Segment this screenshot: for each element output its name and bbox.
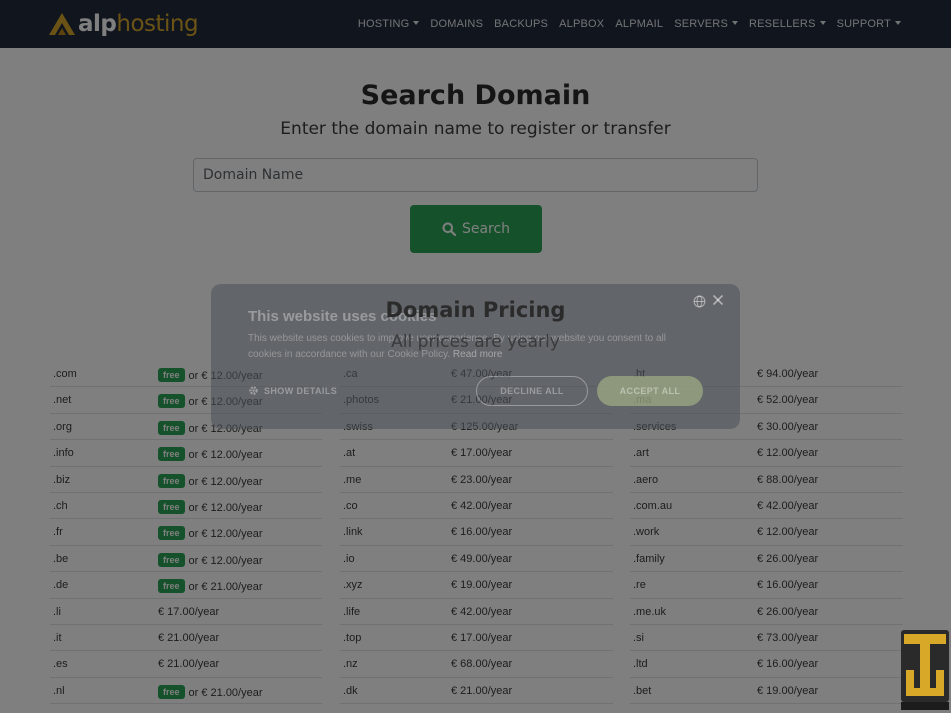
pricing-title: Domain Pricing [385,298,566,322]
watermark-logo [901,630,949,710]
gear-icon [249,386,258,395]
pricing-subtitle: All prices are yearly [391,332,560,352]
accept-all-button[interactable]: ACCEPT ALL [597,376,703,406]
show-details-label: SHOW DETAILS [264,385,338,396]
show-details-button[interactable]: SHOW DETAILS [248,385,337,396]
decline-all-button[interactable]: DECLINE ALL [476,376,588,406]
